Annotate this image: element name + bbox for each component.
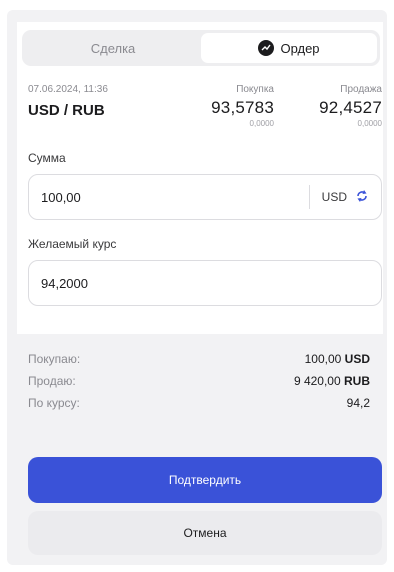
summary-selling-currency: RUB (344, 374, 370, 388)
summary-selling-label: Продаю: (28, 374, 76, 388)
buy-rate: 93,5783 (211, 98, 274, 117)
tab-order-label: Ордер (280, 40, 320, 56)
rate-value: 94,2000 (41, 275, 88, 291)
sell-change: 0,0000 (357, 119, 382, 128)
sell-label: Продажа (340, 84, 382, 95)
confirm-button[interactable]: Подтвердить (28, 457, 382, 503)
summary-buying-value: 100,00 USD (305, 352, 370, 372)
buy-quote: Покупка 93,5783 0,0000 (211, 84, 274, 128)
order-summary: Покупаю: 100,00 USD Продаю: 9 420,00 RUB… (28, 352, 370, 418)
summary-buying-amount: 100,00 (304, 352, 342, 366)
summary-selling-amount: 9 420,00 (293, 374, 341, 388)
chart-trend-icon (258, 40, 275, 56)
quote-row: 07.06.2024, 11:36 USD / RUB Покупка 93,5… (28, 80, 382, 136)
tab-order[interactable]: Ордер (201, 33, 377, 63)
summary-rate: По курсу: 94,2 (28, 396, 370, 416)
buy-change: 0,0000 (249, 119, 274, 128)
summary-selling: Продаю: 9 420,00 RUB (28, 374, 370, 394)
rate-field[interactable]: 94,2000 (28, 260, 382, 306)
currency-pair: USD / RUB (28, 102, 105, 119)
sell-quote: Продажа 92,4527 0,0000 (319, 84, 382, 128)
cancel-button[interactable]: Отмена (28, 511, 382, 555)
quote-timestamp: 07.06.2024, 11:36 (28, 84, 108, 95)
amount-field[interactable]: 100,00 USD (28, 174, 382, 220)
summary-buying-label: Покупаю: (28, 352, 81, 366)
tab-deal[interactable]: Сделка (25, 33, 201, 63)
summary-selling-value: 9 420,00 RUB (294, 374, 370, 394)
summary-rate-value: 94,2 (346, 396, 370, 410)
tab-deal-label: Сделка (90, 40, 136, 56)
summary-rate-label: По курсу: (28, 396, 80, 410)
mode-tabs: Сделка Ордер (22, 30, 380, 66)
amount-label: Сумма (28, 151, 66, 165)
summary-buying-currency: USD (344, 352, 370, 366)
amount-value: 100,00 (41, 189, 81, 205)
amount-currency: USD (321, 190, 347, 204)
summary-buying: Покупаю: 100,00 USD (28, 352, 370, 372)
buy-label: Покупка (236, 84, 274, 95)
amount-divider (308, 185, 310, 209)
rate-label: Желаемый курс (28, 237, 117, 251)
swap-currency-icon[interactable] (355, 189, 369, 206)
sell-rate: 92,4527 (319, 98, 382, 117)
